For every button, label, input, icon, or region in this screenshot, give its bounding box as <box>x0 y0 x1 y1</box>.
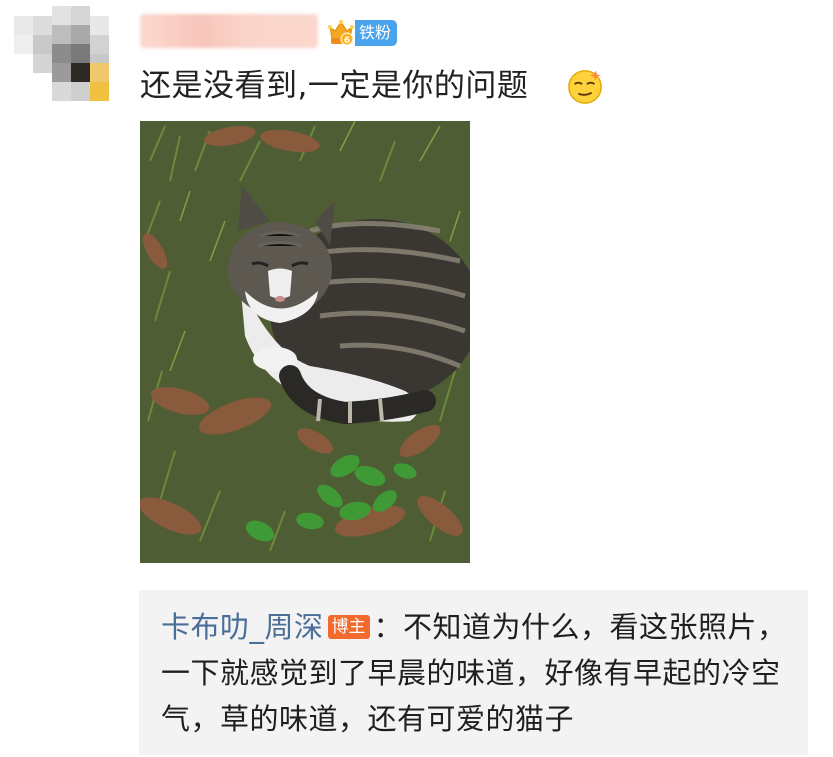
reply-content: 卡布叻_周深 博主 ：不知道为什么，看这张照片，一下就感觉到了早晨的味道，好像有早起… <box>161 604 791 742</box>
quoted-reply[interactable]: 卡布叻_周深 博主 ：不知道为什么，看这张照片，一下就感觉到了早晨的味道，好像有早起… <box>139 590 808 755</box>
avatar[interactable] <box>14 6 124 106</box>
svg-text:6: 6 <box>344 36 350 46</box>
username-blurred[interactable] <box>140 14 318 48</box>
reply-separator: ： <box>373 610 404 644</box>
blogger-badge: 博主 <box>327 615 370 639</box>
doge-sleepy-face-icon <box>568 70 602 104</box>
fan-badge: 铁粉 <box>355 20 398 46</box>
cat-photo[interactable] <box>140 121 470 563</box>
comment-text: 还是没看到,一定是你的问题 <box>140 68 529 104</box>
reply-author-link[interactable]: 卡布叻_周深 <box>161 610 324 644</box>
crown-level-badge-icon: 6 <box>328 20 354 46</box>
